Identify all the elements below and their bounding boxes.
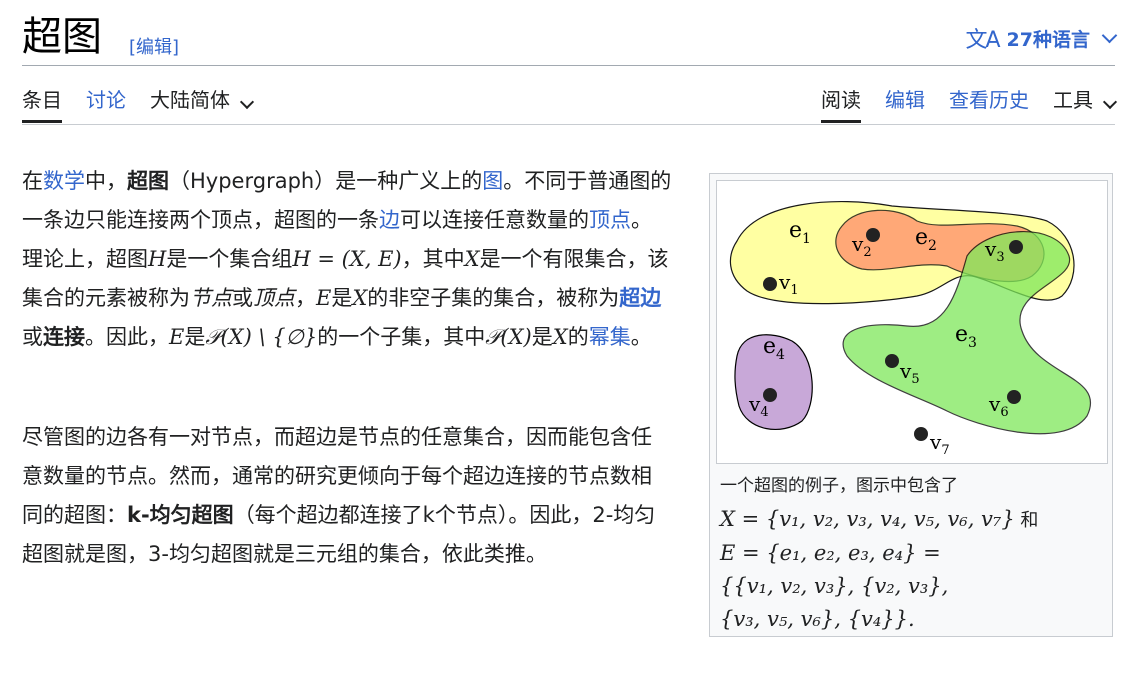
edit-section-link[interactable]: [编辑] xyxy=(129,33,179,59)
link-power-set[interactable]: 幂集 xyxy=(589,325,631,349)
article-paragraph-2: 尽管图的边各有一对节点，而超边是节点的任意集合，因而能包含任意数量的节点。然而，… xyxy=(22,418,672,574)
text: 是一个集合组 xyxy=(166,247,293,271)
chevron-down-icon xyxy=(1101,27,1118,43)
text: （Hypergraph）是一种广义上的 xyxy=(169,169,483,193)
hypergraph-image[interactable]: e1 e2 e3 e4 v1 v2 v3 v4 v5 v6 v7 xyxy=(716,180,1108,464)
namespace-tabs: 条目 讨论 大陆简体 xyxy=(22,84,255,123)
tab-history[interactable]: 查看历史 xyxy=(949,84,1029,123)
variant-label: 大陆简体 xyxy=(150,88,230,112)
hypergraph-diagram: e1 e2 e3 e4 v1 v2 v3 v4 v5 v6 v7 xyxy=(729,200,1091,458)
translate-icon: 文A xyxy=(965,28,1000,53)
text: 的一个子集，其中 xyxy=(317,325,486,349)
link-hyperedge[interactable]: 超边 xyxy=(619,286,661,310)
text: 。 xyxy=(630,325,652,349)
math-h-tuple: H = (X, E) xyxy=(292,247,402,271)
text: 。因此， xyxy=(85,325,169,349)
vertex-dot xyxy=(763,388,777,402)
text: 可以连接任意数量的 xyxy=(400,208,589,232)
text: 在 xyxy=(22,169,43,193)
language-selector-button[interactable]: 文A 27种语言 xyxy=(965,22,1118,54)
vertex-dot xyxy=(1007,390,1021,404)
chevron-down-icon xyxy=(1102,94,1118,110)
text: 的 xyxy=(567,325,589,349)
text: 中， xyxy=(85,169,127,193)
variant-selector[interactable]: 大陆简体 xyxy=(150,84,255,123)
vertex-dot xyxy=(914,427,928,441)
math-e: E xyxy=(169,325,185,349)
term-k-uniform-hypergraph: k-均匀超图 xyxy=(127,503,234,527)
term-link: 连接 xyxy=(43,325,85,349)
math-powerset: 𝒫(X) xyxy=(485,325,532,349)
figure-thumbnail: e1 e2 e3 e4 v1 v2 v3 v4 v5 v6 v7 一个超图的例子… xyxy=(709,173,1113,637)
link-graph[interactable]: 图 xyxy=(482,169,503,193)
caption-text: 一个超图的例子，图示中包含了 xyxy=(720,476,958,496)
math-powerset-minus-empty: 𝒫(X) \ {∅} xyxy=(205,325,318,349)
text: 是 xyxy=(531,325,553,349)
italic-node: 节点 xyxy=(190,286,232,310)
text: ，其中 xyxy=(401,247,465,271)
vertex-dot xyxy=(885,354,899,368)
math-h: H xyxy=(148,247,167,271)
math-x: X xyxy=(352,286,368,310)
text: 是 xyxy=(184,325,206,349)
text: 是 xyxy=(331,286,353,310)
math-x: X xyxy=(552,325,568,349)
article-paragraph-1: 在数学中，超图（Hypergraph）是一种广义上的图。不同于普通图的一条边只能… xyxy=(22,162,672,357)
italic-vertex: 顶点 xyxy=(253,286,295,310)
caption-and: 和 xyxy=(1014,510,1039,531)
caption-math-e-cont2: {v₃, v₅, v₆}, {v₄}}. xyxy=(720,607,915,631)
page-title: 超图 xyxy=(22,14,102,60)
edit-link-label[interactable]: [编辑] xyxy=(129,37,179,58)
text: ， xyxy=(295,286,316,310)
text: 或 xyxy=(232,286,253,310)
tab-edit[interactable]: 编辑 xyxy=(885,84,925,123)
view-tabs: 阅读 编辑 查看历史 工具 xyxy=(821,84,1118,123)
vertex-dot xyxy=(1009,240,1023,254)
tools-label: 工具 xyxy=(1053,88,1093,112)
vertex-dot xyxy=(866,228,880,242)
vertex-dot xyxy=(763,277,777,291)
text: 的非空子集的集合，被称为 xyxy=(367,286,620,310)
chevron-down-icon xyxy=(239,94,255,110)
math-e: E xyxy=(316,286,332,310)
vertex-label: v7 xyxy=(929,430,950,458)
tabs-divider xyxy=(22,124,1115,125)
tab-read[interactable]: 阅读 xyxy=(821,84,861,123)
link-mathematics[interactable]: 数学 xyxy=(43,169,85,193)
text: 或 xyxy=(22,325,43,349)
caption-math-e-cont1: {{v₁, v₂, v₃}, {v₂, v₃}, xyxy=(720,574,949,598)
title-divider xyxy=(22,65,1115,66)
tab-article[interactable]: 条目 xyxy=(22,84,62,123)
tools-menu[interactable]: 工具 xyxy=(1053,84,1118,123)
link-vertex[interactable]: 顶点 xyxy=(589,208,631,232)
term-hypergraph: 超图 xyxy=(127,169,169,193)
language-count-label: 27种语言 xyxy=(1006,28,1090,51)
caption-math-x: X = {v₁, v₂, v₃, v₄, v₅, v₆, v₇} xyxy=(720,507,1015,531)
tab-talk[interactable]: 讨论 xyxy=(86,84,126,123)
caption-math-e: E = {e₁, e₂, e₃, e₄} = xyxy=(720,541,941,565)
figure-caption: 一个超图的例子，图示中包含了 X = {v₁, v₂, v₃, v₄, v₅, … xyxy=(720,470,1104,636)
math-x: X xyxy=(464,247,480,271)
link-edge[interactable]: 边 xyxy=(379,208,400,232)
